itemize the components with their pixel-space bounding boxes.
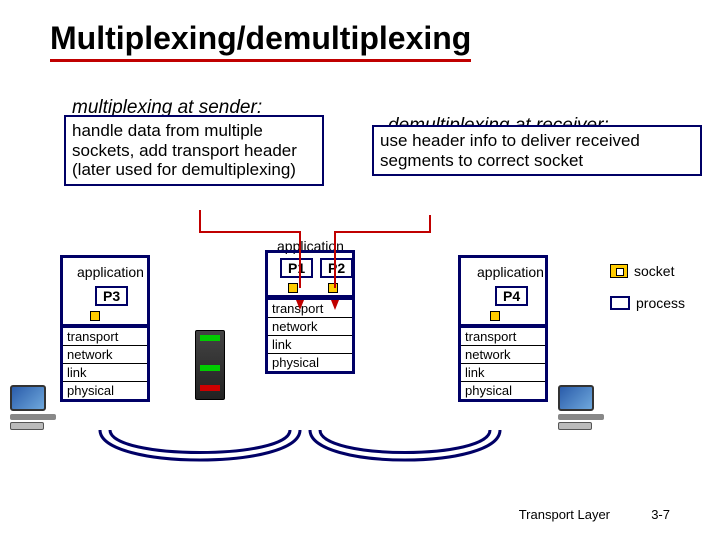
- left-stack: transport network link physical: [60, 325, 150, 402]
- sender-description: handle data from multiple sockets, add t…: [64, 115, 324, 186]
- computer-icon-left: [10, 385, 60, 430]
- legend-socket: socket: [610, 263, 674, 279]
- footer-layer: Transport Layer: [519, 507, 610, 522]
- left-app-box: [60, 255, 150, 327]
- layer-link: link: [461, 364, 545, 382]
- layer-transport: transport: [461, 328, 545, 346]
- layer-link: link: [268, 336, 352, 354]
- layer-transport: transport: [268, 300, 352, 318]
- server-icon: [195, 330, 225, 400]
- layer-physical: physical: [461, 382, 545, 399]
- layer-transport: transport: [63, 328, 147, 346]
- center-app-box: [265, 250, 355, 298]
- legend-socket-label: socket: [634, 263, 674, 279]
- layer-physical: physical: [63, 382, 147, 399]
- process-icon: [610, 296, 630, 310]
- layer-link: link: [63, 364, 147, 382]
- layer-network: network: [268, 318, 352, 336]
- layer-network: network: [461, 346, 545, 364]
- footer-page: 3-7: [651, 507, 670, 522]
- socket-icon: [610, 264, 628, 278]
- layer-network: network: [63, 346, 147, 364]
- page-title: Multiplexing/demultiplexing: [50, 20, 471, 62]
- legend-process: process: [610, 295, 685, 311]
- computer-icon-right: [558, 385, 608, 430]
- layer-physical: physical: [268, 354, 352, 371]
- legend-process-label: process: [636, 295, 685, 311]
- right-app-box: [458, 255, 548, 327]
- receiver-description: use header info to deliver received segm…: [372, 125, 702, 176]
- center-stack: transport network link physical: [265, 297, 355, 374]
- right-stack: transport network link physical: [458, 325, 548, 402]
